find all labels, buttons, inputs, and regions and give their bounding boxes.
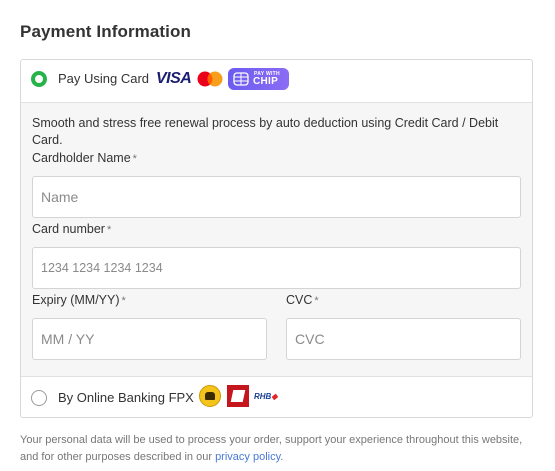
card-number-input[interactable]: 1234 1234 1234 1234: [32, 247, 521, 289]
pay-using-card-option[interactable]: Pay Using Card VISA PAY WITH CHIP: [21, 60, 532, 103]
cvc-input[interactable]: CVC: [286, 318, 521, 360]
cardholder-label-text: Cardholder Name: [32, 151, 131, 165]
cvc-label: CVC *: [286, 293, 319, 307]
cardholder-name-input[interactable]: Name: [32, 176, 521, 218]
pay-with-chip-logo-icon: PAY WITH CHIP: [228, 68, 289, 90]
required-mark: *: [121, 295, 126, 307]
cardholder-label: Cardholder Name *: [32, 151, 137, 165]
payment-methods-box: Pay Using Card VISA PAY WITH CHIP Smooth…: [20, 59, 533, 418]
rhb-logo-mark: ◆: [271, 392, 278, 401]
card-details-panel: Smooth and stress free renewal process b…: [21, 103, 532, 377]
required-mark: *: [132, 153, 137, 165]
fpx-option-label: By Online Banking FPX: [58, 390, 194, 405]
privacy-notice-end: .: [280, 451, 284, 463]
card-number-label: Card number *: [32, 222, 111, 236]
rhb-logo-text: RHB: [254, 392, 272, 401]
required-mark: *: [106, 224, 112, 236]
chip-card-icon: [233, 72, 249, 86]
card-option-label: Pay Using Card: [58, 71, 150, 86]
card-description: Smooth and stress free renewal process b…: [32, 116, 499, 147]
cvc-label-text: CVC: [286, 293, 313, 307]
fpx-radio-unselected[interactable]: [31, 390, 47, 406]
required-mark: *: [314, 295, 319, 307]
expiry-label-text: Expiry (MM/YY): [32, 293, 120, 307]
privacy-policy-link[interactable]: privacy policy: [215, 451, 280, 463]
mastercard-logo-icon: [197, 71, 223, 87]
cimb-logo-icon: [227, 385, 249, 407]
expiry-label: Expiry (MM/YY) *: [32, 293, 126, 307]
online-banking-fpx-option[interactable]: By Online Banking FPX RHB◆: [21, 377, 532, 418]
page-title: Payment Information: [20, 22, 191, 41]
privacy-notice: Your personal data will be used to proce…: [20, 432, 540, 466]
expiry-input[interactable]: MM / YY: [32, 318, 267, 360]
rhb-logo-icon: RHB◆: [254, 392, 278, 401]
chip-big-text: CHIP: [253, 76, 279, 87]
maybank-logo-icon: [199, 385, 221, 407]
visa-logo-icon: VISA: [156, 70, 192, 87]
card-number-label-text: Card number: [32, 222, 105, 236]
card-radio-selected[interactable]: [31, 71, 47, 87]
